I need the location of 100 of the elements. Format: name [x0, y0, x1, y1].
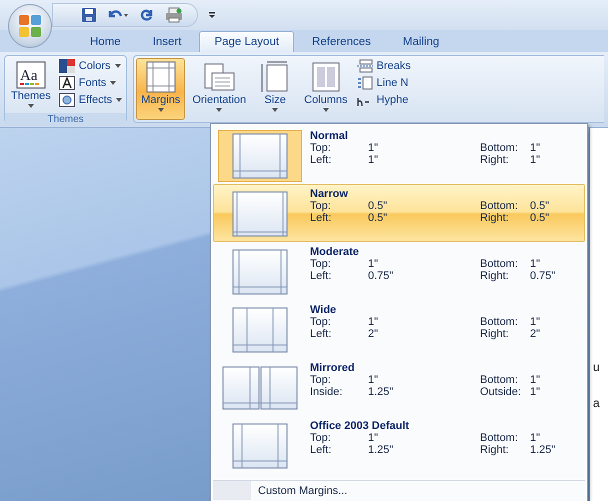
margin-label: Bottom:: [480, 142, 519, 154]
margin-label: Right:: [480, 444, 510, 456]
margin-value: 1": [530, 432, 540, 444]
dropdown-arrow-icon: [114, 64, 121, 68]
dropdown-arrow-icon: [216, 108, 222, 112]
margin-preset-item[interactable]: Office 2003 Default Top: 1" Bottom: 1" Left: 1.25" Right: 1.25": [213, 416, 585, 474]
fonts-icon: [58, 76, 75, 90]
themes-icon: Aa: [16, 61, 46, 89]
page-margins-icon: [232, 307, 288, 353]
ribbon-small-button[interactable]: Hyphe: [354, 92, 413, 108]
ribbon-tab[interactable]: Home: [76, 32, 135, 52]
margins-icon: [144, 61, 178, 93]
ribbon-tab[interactable]: Page Layout: [199, 31, 294, 52]
ribbon-small-button[interactable]: Fonts: [56, 75, 124, 91]
margin-value: 1": [530, 374, 540, 386]
margin-value: 1.25": [368, 386, 394, 398]
custom-margins-item[interactable]: Custom Margins...: [213, 480, 585, 500]
margin-label: Bottom:: [480, 258, 519, 270]
themes-button[interactable]: Aa Themes: [7, 58, 55, 111]
margin-value: 1.25": [530, 444, 556, 456]
ribbon-small-button[interactable]: Breaks: [354, 58, 413, 74]
ribbon-button[interactable]: Orientation: [187, 58, 252, 120]
margin-preset-item[interactable]: Narrow Top: 0.5" Bottom: 0.5" Left: 0.5" Right: 0.5": [213, 184, 585, 242]
customize-toolbar-icon[interactable]: [208, 11, 216, 19]
colors-icon: [58, 59, 75, 73]
margin-value: 1": [530, 154, 540, 166]
margin-value: 1": [530, 258, 540, 270]
preset-name: Wide: [310, 304, 338, 316]
margin-label: Left:: [310, 444, 332, 456]
margin-label: Bottom:: [480, 316, 519, 328]
margin-label: Top:: [310, 142, 332, 154]
page-margins-icon: [232, 133, 288, 179]
ribbon-tab[interactable]: Mailing: [388, 32, 454, 52]
ribbon-button[interactable]: Columns: [299, 58, 353, 120]
margin-label: Left:: [310, 270, 332, 282]
margin-label: Left:: [310, 212, 332, 224]
office-button[interactable]: [8, 4, 52, 48]
ribbon-small-button[interactable]: Line N: [354, 75, 413, 91]
dropdown-arrow-icon: [116, 98, 122, 102]
ribbon-tab[interactable]: References: [298, 32, 385, 52]
margin-preset-item[interactable]: Wide Top: 1" Bottom: 1" Left: 2" Right: 2": [213, 300, 585, 358]
margin-value: 1": [368, 142, 380, 154]
preset-name: Narrow: [310, 188, 349, 200]
margin-label: Outside:: [480, 386, 522, 398]
line-numbers-icon: [356, 76, 373, 90]
margin-label: Bottom:: [480, 374, 519, 386]
margin-label: Right:: [480, 154, 510, 166]
ribbon-small-button[interactable]: Effects: [56, 92, 124, 108]
margin-label: Top:: [310, 200, 332, 212]
preset-name: Mirrored: [310, 362, 356, 374]
margin-value: 1": [530, 316, 540, 328]
margin-value: 1.25": [368, 444, 394, 456]
margin-value: 1": [530, 386, 540, 398]
margin-label: Left:: [310, 154, 332, 166]
margin-label: Bottom:: [480, 200, 519, 212]
margin-label: Top:: [310, 432, 332, 444]
margin-label: Left:: [310, 328, 332, 340]
ribbon-button[interactable]: Size: [253, 58, 298, 120]
ribbon-tab[interactable]: Insert: [138, 32, 196, 52]
margin-label: Inside:: [310, 386, 344, 398]
ribbon-small-button[interactable]: Colors: [56, 58, 124, 74]
margin-label: Top:: [310, 374, 332, 386]
redo-icon[interactable]: [139, 7, 155, 23]
margin-preset-item[interactable]: Normal Top: 1" Bottom: 1" Left: 1" Right: 1": [213, 126, 585, 184]
margin-value: 1": [368, 432, 380, 444]
mirrored-pages-icon: [222, 366, 298, 410]
group-label: Themes: [5, 113, 126, 126]
breaks-icon: [356, 59, 373, 73]
margin-value: 1": [530, 142, 540, 154]
dropdown-arrow-icon: [110, 81, 116, 85]
margin-value: 1": [368, 374, 380, 386]
margin-label: Bottom:: [480, 432, 519, 444]
dropdown-arrow-icon: [158, 108, 164, 112]
dropdown-arrow-icon: [272, 108, 278, 112]
preset-name: Normal: [310, 130, 349, 142]
page-margins-icon: [232, 423, 288, 469]
dropdown-arrow-icon: [322, 108, 329, 112]
margin-value: 0.5": [530, 212, 550, 224]
margin-preset-item[interactable]: Mirrored Top: 1" Bottom: 1" Inside: 1.25" Outside: 1": [213, 358, 585, 416]
margin-value: 0.5": [368, 200, 388, 212]
save-icon[interactable]: [81, 7, 97, 23]
page-margins-icon: [232, 191, 288, 237]
office-logo-icon: [17, 13, 43, 39]
margin-value: 0.75": [368, 270, 394, 282]
margin-value: 2": [530, 328, 540, 340]
dropdown-arrow-icon: [28, 104, 34, 108]
margin-label: Right:: [480, 212, 510, 224]
margin-label: Top:: [310, 316, 332, 328]
ribbon-button[interactable]: Margins: [136, 58, 186, 120]
margin-value: 1": [368, 154, 380, 166]
document-text: a: [592, 396, 601, 410]
margin-value: 2": [368, 328, 380, 340]
margin-preset-item[interactable]: Moderate Top: 1" Bottom: 1" Left: 0.75" Right: 0.75": [213, 242, 585, 300]
printer-icon[interactable]: [165, 7, 183, 23]
effects-icon: [58, 93, 75, 107]
margin-label: Top:: [310, 258, 332, 270]
margin-value: 0.75": [530, 270, 556, 282]
margin-value: 1": [368, 258, 380, 270]
margin-value: 0.5": [530, 200, 550, 212]
margin-label: Right:: [480, 270, 510, 282]
